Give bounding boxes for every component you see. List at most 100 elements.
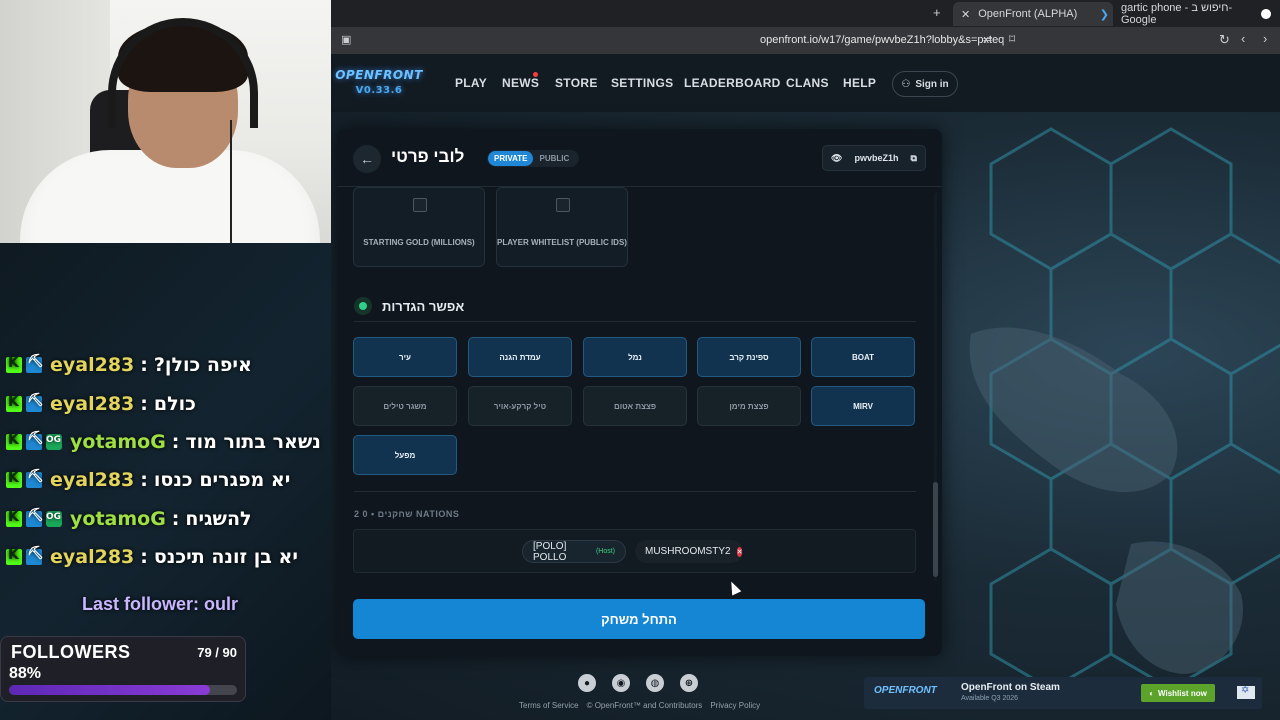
chat-message: eyal283 : ?איפה כולן	[6, 346, 336, 384]
option-player-whitelist[interactable]: PLAYER WHITELIST (PUBLIC IDS)	[496, 187, 628, 267]
nav-play[interactable]: PLAY	[455, 76, 487, 90]
visibility-toggle[interactable]: PRIVATE PUBLIC	[487, 150, 579, 167]
google-favicon-icon	[1261, 9, 1271, 19]
lobby-settings-scroll[interactable]: STARTING GOLD (MILLIONS) PLAYER WHITELIS…	[337, 187, 942, 587]
scrollbar-thumb[interactable]	[933, 482, 938, 577]
remove-player-icon[interactable]: ✕	[736, 546, 743, 557]
logo-text: OPENFRONT	[335, 68, 423, 82]
reload-icon[interactable]: ↻	[1219, 32, 1230, 48]
wishlist-label: Wishlist now	[1158, 688, 1207, 698]
tab-favicon-icon: ❯	[1099, 8, 1109, 21]
unit-sam-launcher-toggle[interactable]: טיל קרקע-אויר	[468, 386, 572, 426]
pickaxe-badge-icon	[26, 354, 44, 374]
unit-missile-silo-toggle[interactable]: משגר טילים	[353, 386, 457, 426]
kick-badge-icon	[6, 470, 22, 489]
nav-clans[interactable]: CLANS	[786, 76, 829, 90]
openfront-logo[interactable]: OPENFRONT V0.33.6	[333, 68, 425, 96]
option-starting-gold[interactable]: STARTING GOLD (MILLIONS)	[353, 187, 485, 267]
url-text[interactable]: openfront.io/w17/game/pwvbeZ1h?lobby&s=p…	[760, 34, 1004, 46]
steam-banner[interactable]: OPENFRONT OpenFront on Steam Available Q…	[864, 677, 1262, 709]
modal-scrollbar[interactable]	[932, 187, 938, 587]
terms-link[interactable]: Terms of Service	[519, 701, 579, 710]
privacy-link[interactable]: Privacy Policy	[710, 701, 760, 710]
unit-warship-toggle[interactable]: ספינת קרב	[697, 337, 801, 377]
chat-username: eyal283	[50, 546, 135, 569]
openfront-page: OPENFRONT V0.33.6 PLAY NEWS STORE SETTIN…	[331, 54, 1280, 720]
unit-mirv-toggle[interactable]: MIRV	[811, 386, 915, 426]
reddit-icon[interactable]: ◉	[612, 674, 630, 692]
nav-settings[interactable]: SETTINGS	[611, 76, 673, 90]
tab-google[interactable]: gartic phone - חיפוש ב-Google	[1121, 2, 1279, 26]
steam-banner-subtitle: Available Q3 2026	[961, 695, 1019, 702]
tab-bar: + ✕ OpenFront (ALPHA) ❯ gartic phone - ח…	[331, 0, 1280, 27]
copy-icon[interactable]: ⧉	[911, 153, 917, 164]
start-game-button[interactable]: התחל משחק	[353, 599, 925, 639]
option-label: PLAYER WHITELIST (PUBLIC IDS)	[497, 238, 627, 247]
unit-city-toggle[interactable]: עיר	[353, 337, 457, 377]
chat-text: להשגיח	[185, 507, 252, 530]
followers-count: 79 / 90	[197, 645, 237, 660]
language-flag-icon[interactable]	[1237, 685, 1255, 699]
chat-separator: :	[140, 469, 148, 492]
og-badge-icon	[46, 433, 62, 450]
public-option[interactable]: PUBLIC	[533, 151, 575, 166]
nav-store[interactable]: STORE	[555, 76, 598, 90]
chat-text: יא מפגרים כנסו	[153, 469, 291, 492]
followers-percent: 88%	[9, 665, 42, 682]
chat-message: eyal283 : יא מפגרים כנסו	[6, 461, 336, 499]
site-settings-icon[interactable]: ⇌	[983, 33, 992, 46]
site-navbar: OPENFRONT V0.33.6 PLAY NEWS STORE SETTIN…	[331, 54, 1280, 112]
private-lobby-modal: ← לובי פרטי PRIVATE PUBLIC 👁 pwvbeZ1h ⧉ …	[337, 129, 942, 656]
lobby-code-box[interactable]: 👁 pwvbeZ1h ⧉	[822, 145, 926, 171]
unit-factory-toggle[interactable]: מפעל	[353, 435, 457, 475]
eye-icon[interactable]: 👁	[831, 153, 842, 164]
footer-links: Terms of Service © OpenFront™ and Contri…	[519, 701, 760, 710]
unit-hydrogen-bomb-toggle[interactable]: פצצת מימן	[697, 386, 801, 426]
tab-openfront[interactable]: ✕ OpenFront (ALPHA) ❯	[953, 2, 1113, 26]
chat-separator: :	[140, 392, 148, 415]
close-tab-icon[interactable]: ✕	[961, 8, 970, 21]
player-name: MUSHROOMSTY2	[645, 546, 731, 557]
unit-boat-toggle[interactable]: BOAT	[811, 337, 915, 377]
globe-icon[interactable]: ⊕	[680, 674, 698, 692]
unit-atom-bomb-toggle[interactable]: פצצת אטום	[583, 386, 687, 426]
steam-banner-title: OpenFront on Steam	[961, 682, 1060, 693]
unit-port-toggle[interactable]: נמל	[583, 337, 687, 377]
github-icon[interactable]: ●	[578, 674, 596, 692]
chat-username: eyal283	[50, 392, 135, 415]
private-option[interactable]: PRIVATE	[488, 151, 534, 166]
followers-goal-widget: FOLLOWERS 79 / 90 88%	[0, 636, 246, 702]
steam-icon: ◐	[1149, 688, 1154, 698]
nav-news[interactable]: NEWS	[502, 76, 539, 90]
bookmark-icon[interactable]: ⌑	[1009, 32, 1015, 46]
back-button[interactable]: ←	[353, 145, 381, 173]
section-divider	[354, 321, 916, 322]
chat-username: yotamoG	[70, 507, 166, 530]
sign-in-button[interactable]: ⚇ Sign in	[892, 71, 958, 97]
nav-help[interactable]: HELP	[843, 76, 876, 90]
nav-leaderboard[interactable]: LEADERBOARD	[684, 76, 781, 90]
chat-text: יא בן זונה תיכנס	[153, 546, 298, 569]
chat-message: yotamoG : להשגיח	[6, 500, 336, 538]
chat-separator: :	[171, 430, 180, 453]
followers-progress-bar	[9, 685, 237, 695]
back-icon[interactable]: ‹	[1241, 31, 1245, 46]
player-chip-host: [POLO] POLLO (Host)	[522, 540, 626, 563]
pickaxe-badge-icon	[26, 469, 44, 489]
cast-icon[interactable]: ▣	[341, 33, 351, 46]
discord-icon[interactable]: ◍	[646, 674, 664, 692]
chat-message: eyal283 : יא בן זונה תיכנס	[6, 538, 336, 576]
followers-title: FOLLOWERS	[11, 642, 131, 662]
pickaxe-badge-icon	[26, 508, 44, 527]
unit-defense-post-toggle[interactable]: עמדת הגנה	[468, 337, 572, 377]
player-whitelist-checkbox[interactable]	[556, 198, 570, 212]
new-tab-icon[interactable]: +	[933, 5, 941, 20]
starting-gold-checkbox[interactable]	[413, 198, 427, 212]
kick-badge-icon	[6, 355, 22, 374]
forward-icon[interactable]: ›	[1263, 31, 1267, 46]
address-bar[interactable]: ▣ openfront.io/w17/game/pwvbeZ1h?lobby&s…	[331, 27, 1280, 54]
kick-badge-icon	[6, 432, 22, 450]
stream-chat: eyal283 : ?איפה כולן eyal283 : כולם yota…	[6, 346, 336, 576]
wishlist-button[interactable]: ◐ Wishlist now	[1141, 684, 1215, 702]
chat-text: ?איפה כולן	[153, 354, 252, 377]
